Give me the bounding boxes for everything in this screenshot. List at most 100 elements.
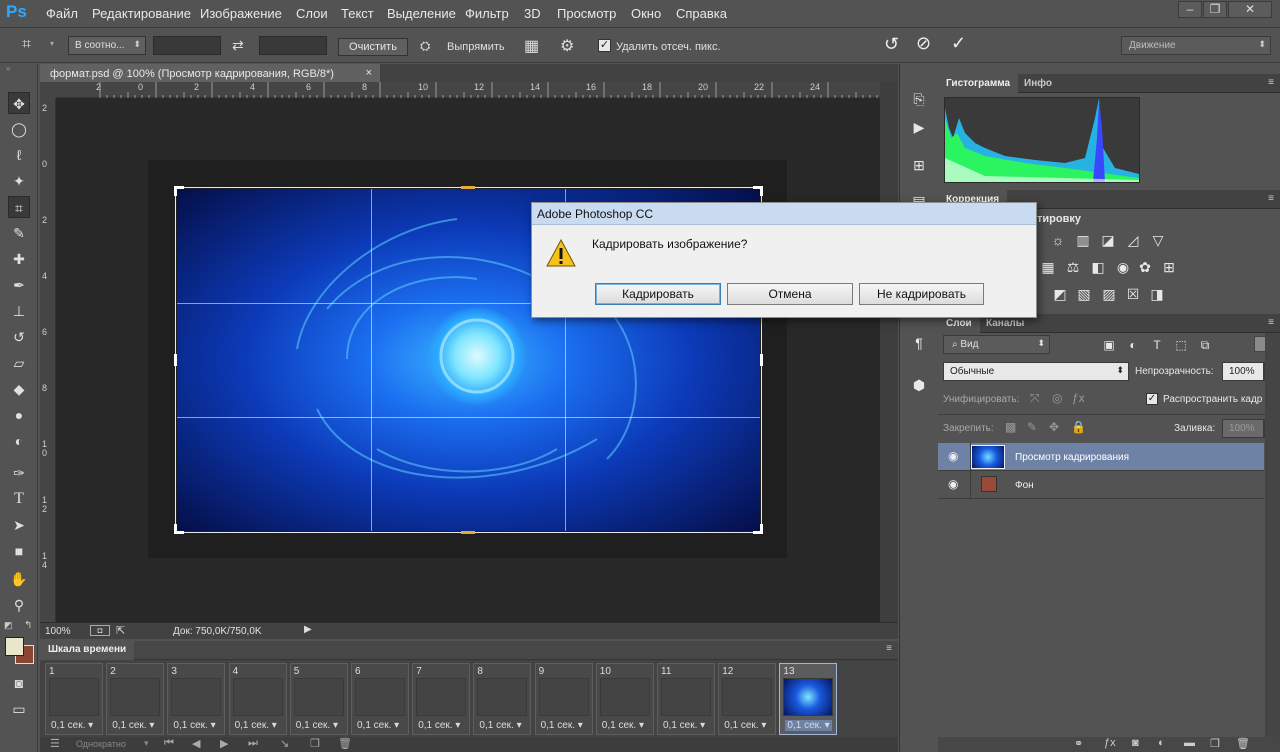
document-tab[interactable]: формат.psd @ 100% (Просмотр кадрирования… <box>40 64 380 84</box>
crop-handle-tr[interactable] <box>760 186 763 196</box>
timeline-frame[interactable]: 3 0,1 сек. ▾ <box>167 663 226 735</box>
timeline-frame[interactable]: 11 0,1 сек. ▾ <box>657 663 715 735</box>
menu-filter[interactable]: Фильтр <box>465 6 509 21</box>
gradient-map-icon[interactable]: ◨ <box>1148 285 1166 303</box>
trash-icon[interactable]: 🗑 <box>338 737 352 750</box>
crop-tool-icon[interactable]: ⌗ <box>22 36 31 54</box>
hue-saturation-icon[interactable]: ▦ <box>1039 258 1057 276</box>
crop-handle-bl[interactable] <box>174 524 177 534</box>
cancel-button[interactable]: Отмена <box>727 283 853 305</box>
menu-file[interactable]: Файл <box>46 6 78 21</box>
crop-handle-br[interactable] <box>760 524 763 534</box>
frame-delay-select[interactable]: 0,1 сек. ▾ <box>724 720 766 731</box>
timeline-frame[interactable]: 5 0,1 сек. ▾ <box>289 663 348 735</box>
crop-handle-bottom[interactable] <box>461 531 475 534</box>
timeline-frame[interactable]: 1 0,1 сек. ▾ <box>45 663 103 735</box>
frame-delay-select[interactable]: 0,1 сек. ▾ <box>51 720 93 731</box>
ratio-select[interactable]: В соотно... ⬍ <box>68 36 146 55</box>
color-balance-icon[interactable]: ⚖ <box>1064 258 1082 276</box>
minimize-button[interactable]: – <box>1178 1 1202 18</box>
vertical-scrollbar[interactable] <box>880 82 898 622</box>
menu-window[interactable]: Окно <box>631 6 661 21</box>
height-field[interactable] <box>259 36 327 55</box>
status-camera-icon[interactable]: ◘ <box>90 625 110 636</box>
convert-icon[interactable]: ☰ <box>50 737 60 750</box>
eye-icon[interactable]: ◉ <box>948 477 958 491</box>
frame-delay-select[interactable]: 0,1 сек. ▾ <box>541 720 583 731</box>
group-icon[interactable]: ▬ <box>1184 737 1195 749</box>
timeline-frame[interactable]: 6 0,1 сек. ▾ <box>351 663 409 735</box>
zoom-level[interactable]: 100% <box>45 626 71 637</box>
close-tab-icon[interactable]: × <box>366 67 372 79</box>
selective-color-icon[interactable]: ☒ <box>1124 285 1142 303</box>
timeline-frame[interactable]: 4 0,1 сек. ▾ <box>228 663 287 735</box>
blur-tool-icon[interactable]: ● <box>8 404 30 426</box>
magic-wand-icon[interactable]: ✦ <box>8 170 30 192</box>
crop-tool-icon[interactable]: ⌗ <box>8 196 30 218</box>
type-tool-icon[interactable]: T <box>8 488 30 510</box>
delete-cropped-checkbox[interactable]: ✓ <box>598 39 611 52</box>
layer-kind-filter[interactable]: ⌕ Вид ⬍ <box>943 335 1050 354</box>
brightness-icon[interactable]: ☼ <box>1049 231 1067 249</box>
panel-menu-icon[interactable]: ≡ <box>1268 317 1274 328</box>
paragraph-panel-icon[interactable]: ¶ <box>910 334 928 352</box>
menu-3d[interactable]: 3D <box>524 6 541 21</box>
timeline-frame[interactable]: 9 0,1 сек. ▾ <box>534 663 593 735</box>
fill-input[interactable]: 100% <box>1222 419 1264 438</box>
pen-tool-icon[interactable]: ✑ <box>8 462 30 484</box>
crop-button[interactable]: Кадрировать <box>595 283 721 305</box>
next-frame-icon[interactable]: ⏭ <box>248 737 258 750</box>
loop-select[interactable]: Однократно <box>76 739 126 749</box>
adjustment-layer-icon[interactable]: ◐ <box>1158 737 1165 749</box>
eraser-icon[interactable]: ▱ <box>8 352 30 374</box>
menu-view[interactable]: Просмотр <box>557 6 616 21</box>
menu-image[interactable]: Изображение <box>200 6 282 21</box>
menu-select[interactable]: Выделение <box>387 6 456 21</box>
frame-delay-select[interactable]: 0,1 сек. ▾ <box>479 720 521 731</box>
vibrance-icon[interactable]: ▽ <box>1149 231 1167 249</box>
prev-frame-icon[interactable]: ◀ <box>192 737 200 750</box>
threshold-icon[interactable]: ▨ <box>1100 285 1118 303</box>
properties-panel-icon[interactable]: ⊞ <box>910 156 928 174</box>
path-selection-icon[interactable]: ➤ <box>8 514 30 536</box>
lock-pixels-icon[interactable]: ✎ <box>1027 420 1037 434</box>
posterize-icon[interactable]: ▧ <box>1075 285 1093 303</box>
panel-collapse-icon[interactable]: » <box>6 64 32 74</box>
new-layer-icon[interactable]: ❐ <box>1210 737 1220 750</box>
tab-info[interactable]: Инфо <box>1016 74 1060 93</box>
timeline-frame[interactable]: 13 0,1 сек. ▾ <box>779 663 838 735</box>
frame-delay-select[interactable]: 0,1 сек. ▾ <box>785 720 832 731</box>
propagate-checkbox[interactable]: ✓ <box>1146 393 1158 405</box>
panel-menu-icon[interactable]: ≡ <box>1268 193 1274 204</box>
color-lookup-icon[interactable]: ⊞ <box>1160 258 1178 276</box>
eye-icon[interactable]: ◉ <box>948 449 958 463</box>
layer-row[interactable]: ◉ Просмотр кадрирования <box>938 443 1264 471</box>
layers-scrollbar[interactable] <box>1265 333 1280 737</box>
hand-tool-icon[interactable]: ✋ <box>8 568 30 590</box>
unify-style-icon[interactable]: ƒx <box>1072 391 1085 405</box>
straighten-label[interactable]: Выпрямить <box>447 41 505 53</box>
layer-name[interactable]: Просмотр кадрирования <box>1015 452 1129 463</box>
lock-all-icon[interactable]: 🔒 <box>1071 420 1086 434</box>
opacity-input[interactable]: 100% <box>1222 362 1264 381</box>
timeline-frame[interactable]: 12 0,1 сек. ▾ <box>718 663 777 735</box>
swap-colors-icon[interactable]: ↰ <box>24 620 32 631</box>
brush-tool-icon[interactable]: ✒ <box>8 274 30 296</box>
paint-bucket-icon[interactable]: ◆ <box>8 378 30 400</box>
dont-crop-button[interactable]: Не кадрировать <box>859 283 984 305</box>
actions-play-icon[interactable]: ▶ <box>910 118 928 136</box>
healing-brush-icon[interactable]: ✚ <box>8 248 30 270</box>
menu-type[interactable]: Текст <box>341 6 374 21</box>
maximize-button[interactable]: ❐ <box>1203 1 1227 18</box>
history-panel-icon[interactable]: ⎘ <box>910 90 928 108</box>
filter-smart-icon[interactable]: ⧉ <box>1196 336 1214 354</box>
lock-position-icon[interactable]: ✥ <box>1049 420 1059 434</box>
blend-mode-select[interactable]: Обычные ⬍ <box>943 362 1129 381</box>
loop-arrow-icon[interactable]: ▾ <box>144 738 149 749</box>
eyedropper-icon[interactable]: ✎ <box>8 222 30 244</box>
reset-icon[interactable]: ↺ <box>884 34 899 55</box>
gear-icon[interactable]: ⚙ <box>560 36 574 56</box>
tool-preset-arrow-icon[interactable]: ▾ <box>50 39 54 48</box>
menu-help[interactable]: Справка <box>676 6 727 21</box>
timeline-frame[interactable]: 2 0,1 сек. ▾ <box>106 663 165 735</box>
